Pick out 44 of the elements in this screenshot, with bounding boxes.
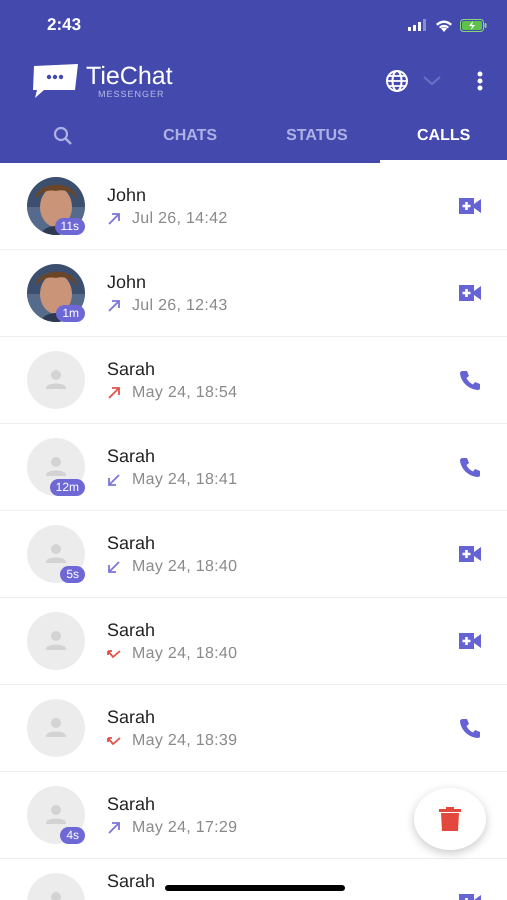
- chat-bubble-icon: [30, 63, 80, 99]
- duration-badge: 1m: [56, 305, 85, 322]
- duration-badge: 4s: [60, 827, 85, 844]
- call-time: May 24, 18:40: [132, 558, 238, 576]
- tab[interactable]: CHATS: [126, 112, 254, 163]
- contact-name: Sarah: [107, 871, 156, 892]
- wifi-icon: [435, 18, 453, 32]
- call-time: Jul 26, 14:42: [132, 210, 228, 228]
- signal-icon: [408, 19, 428, 31]
- search-icon: [53, 126, 73, 146]
- video-camera-icon[interactable]: [459, 283, 481, 303]
- phone-icon[interactable]: [459, 718, 481, 738]
- tab[interactable]: CALLS: [380, 112, 507, 163]
- phone-icon[interactable]: [459, 370, 481, 390]
- tab[interactable]: STATUS: [254, 112, 380, 163]
- contact-name: Sarah: [107, 532, 156, 554]
- call-time: Jul 26, 12:43: [132, 296, 228, 314]
- duration-badge: 12m: [50, 479, 85, 496]
- call-time: May 24, 18:39: [132, 732, 238, 750]
- contact-name: Sarah: [107, 794, 156, 814]
- contact-name: Sarah: [107, 358, 156, 380]
- duration-badge: 5s: [60, 566, 85, 583]
- delete-button[interactable]: [414, 788, 486, 850]
- duration-badge: 11s: [54, 218, 85, 235]
- contact-name: John: [107, 184, 146, 206]
- app-title: TieChat: [86, 63, 173, 89]
- clock: 2:43: [47, 15, 82, 35]
- globe-icon[interactable]: [385, 69, 409, 93]
- phone-icon[interactable]: [459, 457, 481, 477]
- video-camera-icon[interactable]: [459, 196, 481, 216]
- call-time: May 24, 18:41: [132, 470, 238, 488]
- call-time: May 24, 18:54: [132, 384, 238, 402]
- video-camera-icon[interactable]: [459, 544, 481, 564]
- contact-name: Sarah: [107, 620, 156, 640]
- contact-name: Sarah: [107, 706, 156, 728]
- video-camera-icon[interactable]: [459, 631, 481, 651]
- contact-name: Sarah: [107, 446, 156, 466]
- call-time: May 24, 18:40: [132, 644, 238, 662]
- menu-icon[interactable]: [477, 71, 483, 91]
- trash-icon: [439, 807, 461, 831]
- contact-name: John: [107, 272, 146, 292]
- call-time: May 24, 17:29: [132, 818, 238, 836]
- battery-icon: [460, 18, 487, 32]
- app-subtitle: MESSENGER: [98, 89, 166, 99]
